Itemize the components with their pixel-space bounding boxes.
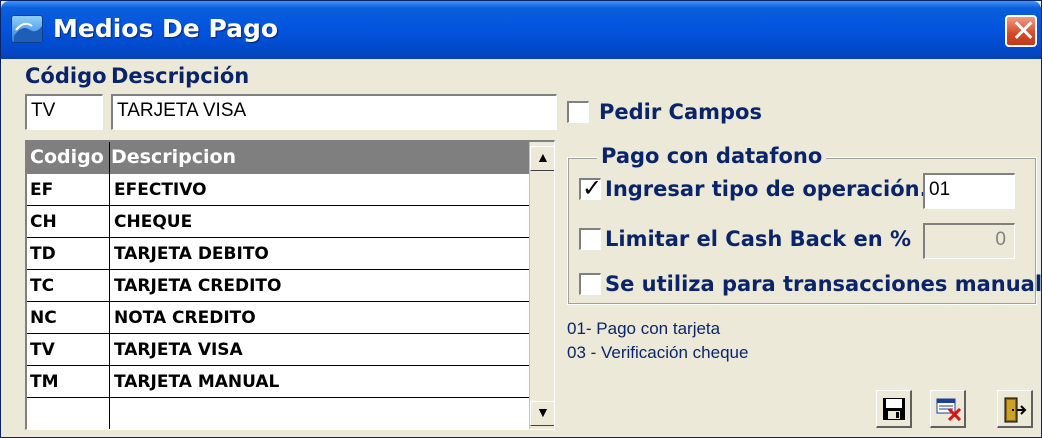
delete-icon: [936, 398, 962, 421]
row-desc: TARJETA CREDITO: [114, 276, 282, 296]
exit-button[interactable]: [997, 390, 1033, 428]
descripcion-input[interactable]: TARJETA VISA: [111, 94, 557, 130]
row-desc: TARJETA VISA: [114, 340, 243, 360]
arrow-down-icon: ▼: [536, 404, 550, 420]
medios-de-pago-window: Medios De Pago ✕ Código Descripción TV T…: [0, 0, 1042, 438]
column-separator: [109, 142, 110, 429]
grid-header: Codigo Descripcion: [27, 142, 529, 174]
limitar-cash-checkbox[interactable]: [579, 228, 601, 250]
table-row[interactable]: TC TARJETA CREDITO: [27, 270, 529, 302]
manuales-checkbox[interactable]: [579, 273, 601, 295]
grid-header-descripcion[interactable]: Descripcion: [111, 146, 236, 168]
row-desc: EFECTIVO: [114, 180, 207, 200]
grid-header-codigo[interactable]: Codigo: [30, 146, 104, 168]
window-title: Medios De Pago: [53, 14, 279, 43]
table-row[interactable]: NC NOTA CREDITO: [27, 302, 529, 334]
tipo-operacion-input[interactable]: 01: [923, 173, 1015, 209]
close-icon: ✕: [1011, 14, 1037, 49]
row-code: TD: [30, 244, 56, 264]
ingresar-tipo-label: Ingresar tipo de operación.: [605, 177, 928, 201]
table-row[interactable]: TV TARJETA VISA: [27, 334, 529, 366]
row-code: TV: [30, 340, 55, 360]
codigo-label: Código: [25, 64, 107, 88]
pedir-campos-checkbox[interactable]: [567, 101, 589, 123]
manuales-label: Se utiliza para transacciones manuales: [605, 272, 1042, 296]
row-code: EF: [30, 180, 54, 200]
codigo-input[interactable]: TV: [25, 94, 103, 130]
row-desc: NOTA CREDITO: [114, 308, 256, 328]
table-row[interactable]: CH CHEQUE: [27, 206, 529, 238]
save-button[interactable]: [876, 390, 912, 428]
scroll-down-button[interactable]: ▼: [530, 401, 554, 426]
descripcion-label: Descripción: [111, 64, 250, 88]
cash-back-input[interactable]: 0: [923, 223, 1015, 259]
limitar-cash-label: Limitar el Cash Back en %: [605, 227, 912, 251]
delete-button[interactable]: [930, 390, 966, 428]
title-bar[interactable]: Medios De Pago ✕: [1, 1, 1041, 59]
app-icon: [11, 15, 43, 43]
table-row[interactable]: EF EFECTIVO: [27, 174, 529, 206]
row-desc: CHEQUE: [114, 212, 193, 232]
ingresar-tipo-checkbox[interactable]: ✓: [579, 174, 602, 202]
save-icon: [883, 398, 905, 420]
note-pago-tarjeta: 01- Pago con tarjeta: [567, 319, 721, 338]
pago-datafono-title: Pago con datafono: [597, 144, 827, 168]
close-button[interactable]: ✕: [1005, 14, 1037, 49]
scroll-up-button[interactable]: ▲: [530, 146, 554, 171]
grid-scrollbar[interactable]: ▲ ▼: [529, 142, 554, 429]
note-verificacion-cheque: 03 - Verificación cheque: [567, 343, 749, 362]
pedir-campos-label: Pedir Campos: [599, 100, 762, 124]
row-code: TC: [30, 276, 55, 296]
arrow-up-icon: ▲: [536, 149, 550, 165]
medios-grid[interactable]: Codigo Descripcion EF EFECTIVO CH CHEQUE…: [25, 140, 555, 430]
table-row[interactable]: TD TARJETA DEBITO: [27, 238, 529, 270]
row-code: CH: [30, 212, 57, 232]
table-row[interactable]: [27, 398, 529, 429]
row-desc: TARJETA DEBITO: [114, 244, 269, 264]
table-row[interactable]: TM TARJETA MANUAL: [27, 366, 529, 398]
row-desc: TARJETA MANUAL: [114, 372, 280, 392]
check-icon: ✓: [582, 174, 603, 202]
row-code: TM: [30, 372, 59, 392]
exit-icon: [1004, 397, 1027, 423]
row-code: NC: [30, 308, 57, 328]
